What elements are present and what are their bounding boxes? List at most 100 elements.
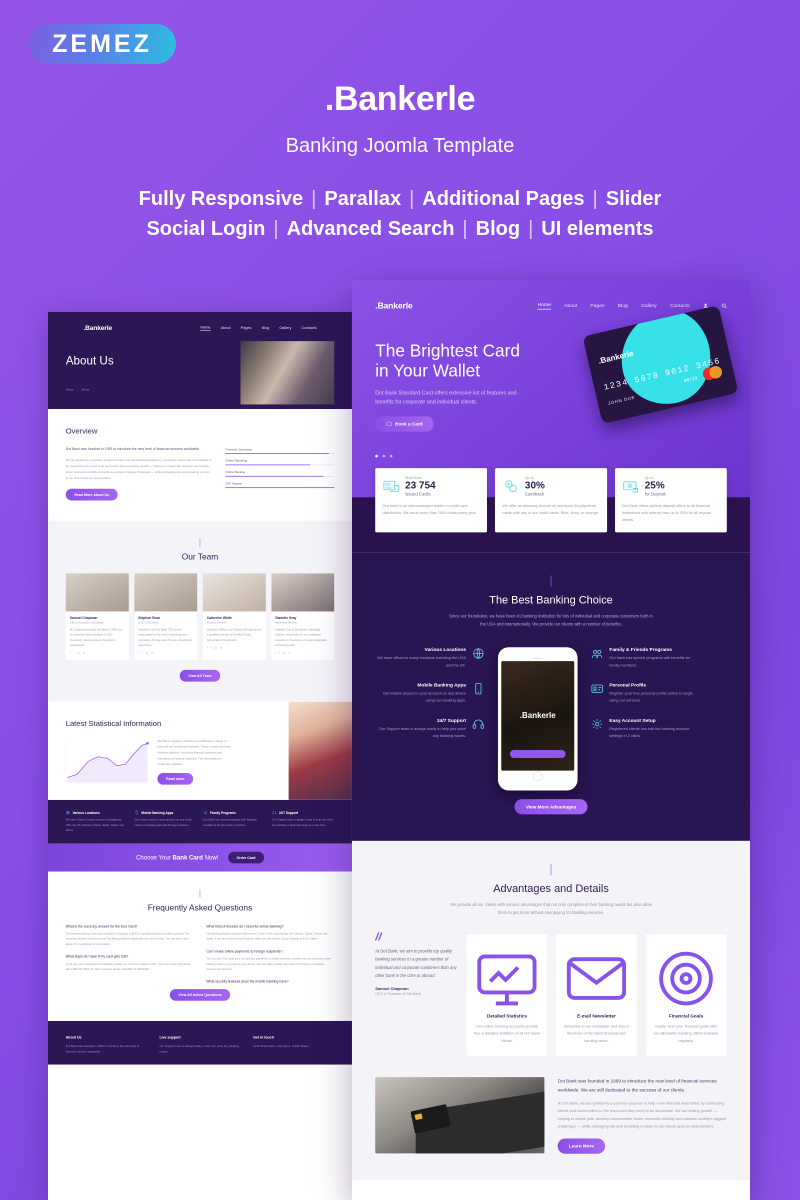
breadcrumb-separator: / (77, 387, 79, 392)
nav-item-contacts[interactable]: Contacts (670, 303, 690, 309)
nav-item-home[interactable]: Home (200, 325, 211, 331)
site-logo[interactable]: .Bankerle (375, 301, 413, 311)
stat-caption: for Deposit (644, 491, 666, 497)
view-all-team-button[interactable]: View All Team (179, 669, 221, 682)
banking-choice-title: The Best Banking Choice (489, 593, 613, 606)
family-icon (203, 811, 208, 815)
slider-dot (389, 454, 393, 458)
screenshot-home-page[interactable]: .Bankerle Home About Pages Blog Gallery … (352, 280, 750, 1200)
team-member-name: Danielle Gray (275, 616, 297, 620)
faq-question[interactable]: Can I make online payments to foreign re… (206, 949, 334, 953)
nav-item-pages[interactable]: Pages (590, 303, 604, 309)
team-member-card[interactable]: Samuel Chapman CEO & Founder of Dot Bank… (65, 573, 129, 660)
nav-item-gallery[interactable]: Gallery (279, 326, 291, 330)
social-links[interactable]: f t ◎ in (70, 651, 125, 654)
nav-item-contacts[interactable]: Contacts (302, 326, 317, 330)
footer-text: Dot Bank was founded in 1999 to introduc… (65, 1044, 140, 1054)
feature-item: Advanced Search (286, 218, 455, 240)
read-more-about-button[interactable]: Read More About Us (65, 488, 118, 501)
nav-item-home[interactable]: Home (537, 302, 551, 310)
faq-question[interactable]: What kind of browser do I need for onlin… (206, 924, 334, 928)
hero-text: Dot Bank Standard Card offers extensive … (375, 389, 517, 405)
stat-caption: Cashback (524, 491, 545, 497)
team-member-name: Samuel Chapman (69, 616, 98, 620)
nav-item-blog[interactable]: Blog (618, 303, 628, 309)
view-all-questions-button[interactable]: View All Asked Questions (169, 988, 231, 1001)
linkedin-icon: in (288, 651, 291, 655)
atm-icon (383, 479, 400, 494)
statistics-photo (288, 701, 352, 800)
phone-app-logo: .Bankerle (519, 711, 556, 721)
cta-text-pre: Choose Your (135, 853, 173, 861)
feature-text: Register your free personal profile onli… (609, 691, 693, 703)
social-links[interactable]: f t ◎ in (275, 651, 330, 654)
facebook-icon: f (138, 651, 140, 655)
stat-text: Dot Bank offers various deposit offers t… (622, 503, 711, 522)
social-links[interactable]: f t ◎ in (207, 646, 262, 649)
skill-item: Online Banking (225, 470, 335, 477)
breadcrumb-current: About (81, 387, 90, 392)
faq-question[interactable]: What security features does the mobile b… (206, 980, 334, 984)
stat-card: Up to 25% for Deposit Dot Bank offers va… (614, 468, 727, 533)
advantage-title: Detailed Statistics (486, 1013, 527, 1019)
skill-label: Online Reporting (225, 459, 248, 463)
feature-title: 24/7 Support (436, 717, 467, 724)
statistics-section: Latest Statistical Information Dot Bank … (48, 701, 352, 800)
dark-feature-text: Get instant access to your account on an… (134, 818, 193, 827)
stat-card: Up to 30% Cashback We offer an amazing a… (495, 468, 607, 533)
breadcrumb-home[interactable]: Home (66, 388, 74, 392)
dark-feature-title: Various Locations (72, 810, 100, 815)
dark-feature-text: Our Bank has special programs with finan… (203, 818, 257, 827)
social-links[interactable]: f t ◎ in (138, 651, 193, 654)
nav-item-about[interactable]: About (221, 326, 231, 330)
feature-item: Social Login (146, 218, 266, 240)
faq-question[interactable]: What is the currency amount for the Duo … (66, 924, 194, 928)
nav-item-pages[interactable]: Pages (241, 326, 252, 330)
feature-item: Various Locations We have offices in many… (375, 647, 484, 669)
family-icon (591, 647, 604, 660)
home-hero: .Bankerle Home About Pages Blog Gallery … (352, 280, 750, 498)
order-card-button[interactable]: Order Card (228, 851, 264, 864)
team-member-role: Finance Director (206, 621, 227, 625)
skill-label: Online Banking (225, 470, 246, 474)
feature-separator: | (311, 188, 317, 210)
feature-separator: | (273, 218, 279, 240)
phone-mockup: .Bankerle (497, 647, 578, 791)
slider-dots[interactable] (375, 454, 727, 458)
feature-title: Personal Profile (609, 682, 647, 688)
team-member-card[interactable]: Catherine White Finance Director Catheri… (202, 573, 266, 660)
book-a-card-button[interactable]: Book a Card (375, 416, 434, 432)
instagram-icon: ◎ (77, 651, 80, 655)
card-holder: JOHN DOE (607, 394, 636, 406)
product-name: .Bankerle (324, 80, 476, 118)
statistics-read-more-button[interactable]: Read more (157, 773, 194, 785)
advantage-card[interactable]: E-mail Newsletter Subscribe to our newsl… (555, 933, 638, 1057)
faq-question[interactable]: What steps do I take if my card gets los… (66, 955, 194, 959)
feature-item: UI elements (541, 218, 654, 240)
site-logo[interactable]: .Bankerle (83, 324, 112, 332)
feature-list: Fully Responsive | Parallax | Additional Pag… (0, 184, 800, 244)
cta-banner: Choose Your Bank Card Now! Order Card (48, 843, 352, 872)
nav-item-blog[interactable]: Blog (262, 326, 270, 330)
nav-item-gallery[interactable]: Gallery (641, 303, 657, 309)
skill-label: 24/7 Support (225, 482, 243, 486)
advantage-card[interactable]: Financial Goals Easily meet your financi… (645, 933, 727, 1057)
team-member-card[interactable]: Stephen Rose CTO of Dot Bank Stephen is … (134, 573, 198, 660)
feature-item: Family & Friends Programs Our bank has sp… (591, 647, 700, 669)
advantage-card[interactable]: Detailed Statistics Our online banking a… (466, 933, 548, 1057)
nav-item-about[interactable]: About (564, 303, 577, 309)
faq-answer: The minimum amount that can be loaded on… (65, 931, 190, 946)
learn-more-button[interactable]: Learn More (557, 1138, 606, 1154)
feature-text: Our Support team is always ready to help… (378, 726, 467, 739)
footer-title: Get in touch (253, 1035, 274, 1040)
statistics-chart (65, 739, 149, 784)
stat-text: Our bank is an acknowledged leader in cr… (382, 503, 477, 515)
view-more-advantages-button[interactable]: View More Advantages (514, 799, 588, 815)
feature-title: Various Locations (424, 647, 467, 653)
screenshot-about-page[interactable]: .Bankerle Home About Pages Blog Gallery … (48, 312, 352, 1200)
search-icon[interactable] (721, 303, 727, 309)
feature-title: Family & Friends Programs (609, 647, 672, 653)
mobile-icon (135, 810, 139, 815)
team-member-photo (271, 573, 335, 612)
team-member-card[interactable]: Danielle Gray Marketing Director Daniell… (271, 573, 335, 660)
